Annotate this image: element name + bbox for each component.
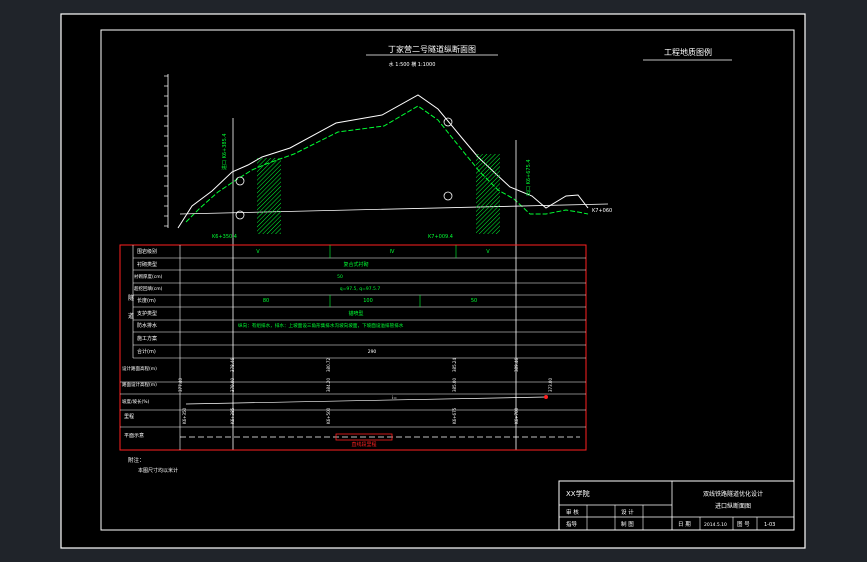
table-group-label: 隧	[128, 294, 134, 302]
rock-grade-value: V	[486, 249, 490, 255]
table-group-label: 道	[128, 312, 134, 320]
station-value: K6+350	[182, 407, 187, 424]
right-station-label: K7+009.4	[428, 234, 453, 240]
row-label: 里程	[124, 413, 134, 420]
lining-thickness-value: 50	[337, 274, 343, 280]
slope-end-marker	[544, 395, 548, 399]
station-value: K6+675	[452, 407, 457, 424]
elevation-value: 389.46	[514, 358, 519, 372]
station-value: K6+385	[230, 407, 235, 424]
drainage-value: 纵向：有组排水，排水：上坡面设三角形集排水沟坡向坡面，下坡面设溢排管排水	[238, 322, 404, 329]
row-label: 长度(m)	[137, 297, 156, 304]
drawing-title: 丁家营二号隧道纵断面图	[388, 44, 476, 54]
row-label: 平面示意	[124, 432, 144, 439]
design-elevation-value: 373.00	[548, 378, 553, 392]
project-name: 双线铁路隧道优化设计	[703, 490, 763, 498]
review-cell: 审 核	[566, 508, 579, 516]
date-cell: 日 期	[678, 521, 691, 528]
station-value: K6+700	[514, 407, 519, 424]
elevation-value: 380.72	[326, 358, 331, 372]
design-cell: 设 计	[621, 508, 634, 516]
station-value: K6+500	[326, 407, 331, 424]
portal-right-label: 出口 K6+675.4	[525, 159, 532, 196]
support-type-value: 锚喷型	[348, 310, 363, 317]
row-label: 衬砌类型	[137, 261, 157, 268]
legend-title: 工程地质图例	[664, 47, 712, 57]
row-label: 设计路面高程(m)	[122, 365, 157, 372]
total-length-value: 290	[368, 349, 377, 355]
row-label: 合计(m)	[137, 348, 156, 355]
exit-hatch-zone	[476, 154, 500, 234]
drawing-canvas: 丁家营二号隧道纵断面图 水 1:500 横 1:1000 工程地质图例 进口 K…	[60, 13, 806, 549]
length-value: 50	[471, 298, 477, 304]
design-elevation-value: 377.40	[178, 378, 183, 392]
design-elevation-value: 379.00	[230, 378, 235, 392]
rock-grade-value: V	[256, 249, 260, 255]
row-label: 防水排水	[137, 322, 157, 329]
design-elevation-value: 385.00	[452, 378, 457, 392]
design-elevation-value: 384.20	[326, 378, 331, 392]
portal-left-label: 进口 K6+385.4	[221, 133, 228, 170]
row-label: 施工方案	[137, 335, 157, 342]
alignment-text: 直线段里程	[351, 441, 376, 448]
row-label: 坡度/坡长(%)	[122, 398, 150, 405]
length-value: 80	[263, 298, 269, 304]
length-value: 100	[363, 298, 373, 304]
row-label: 衬砌厚度(cm)	[134, 273, 163, 280]
number-cell: 图 号	[737, 520, 750, 528]
row-label: 支护类型	[137, 310, 157, 317]
row-label: 超挖回填(cm)	[134, 285, 163, 292]
left-station-label: K6+350.4	[212, 234, 237, 240]
elevation-value: 378.46	[230, 358, 235, 372]
rock-grade-value: IV	[390, 249, 395, 255]
right-end-label: K7+060	[592, 208, 612, 214]
scale-text: 水 1:500 横 1:1000	[389, 61, 436, 68]
lining-type-value: 复合式衬砌	[343, 261, 368, 268]
number-value: 1-03	[764, 522, 775, 528]
draw-cell: 制 图	[621, 520, 634, 528]
advisor-cell: 指导	[566, 520, 578, 528]
slope-label: i=	[392, 395, 397, 401]
note-label: 附注：	[128, 456, 145, 464]
grade-formula-value: q=97.5, q=97.5.7	[340, 286, 381, 292]
date-value: 2014.5.10	[704, 522, 727, 528]
elevation-value: 385.24	[452, 358, 457, 372]
note-text: 本图尺寸均以米计	[138, 467, 178, 474]
row-label: 围岩级别	[137, 248, 157, 255]
row-label: 路面设计高程(m)	[122, 381, 157, 388]
drawing-name: 进口纵断面图	[715, 502, 751, 510]
entrance-hatch-zone	[257, 158, 281, 234]
school-name: XX学院	[566, 489, 590, 498]
